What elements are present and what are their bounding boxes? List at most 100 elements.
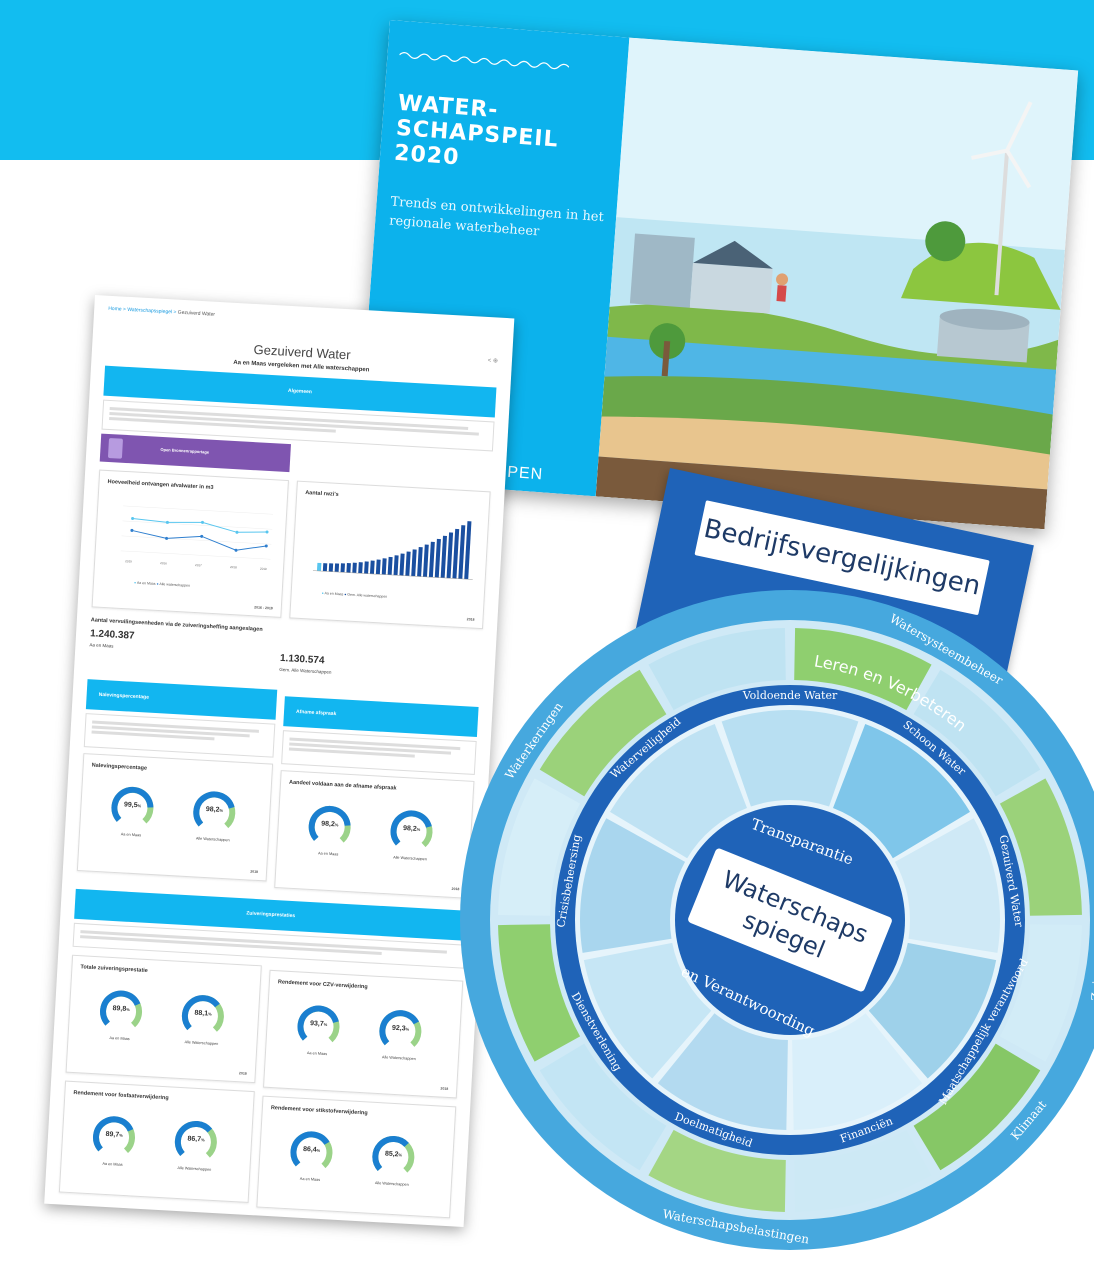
outer-segment bbox=[539, 669, 667, 797]
outer-segment bbox=[539, 1043, 667, 1171]
gauge-value-number: 85,2 bbox=[384, 1150, 399, 1159]
gauge-card-afname: Aandeel voldaan aan de afname afspraak 9… bbox=[274, 770, 475, 899]
outer-segment bbox=[648, 1129, 786, 1212]
rwzi-bar bbox=[405, 551, 411, 576]
inner-segment bbox=[580, 818, 686, 953]
inner-segment-label: Gezuiverd Water bbox=[997, 834, 1026, 929]
gauge-card-czv: Rendement voor CZV-verwijdering 93,7% Aa … bbox=[263, 969, 464, 1099]
rwzi-bar bbox=[440, 535, 447, 578]
outer-segments: Watersysteembeheer Zuiveringsbeheer Klimaa… bbox=[498, 611, 1094, 1247]
cover-title: WATER- SCHAPSPEIL 2020 bbox=[393, 90, 560, 171]
inner-segment bbox=[868, 942, 997, 1079]
gauge-label: Aa en Maas bbox=[306, 1051, 328, 1057]
inner-segment-label: Maatschappelijk verantwoord bbox=[936, 956, 1030, 1107]
gauge-label: Aa en Maas bbox=[299, 1176, 321, 1182]
rwzi-bar bbox=[387, 556, 393, 575]
outer-segment bbox=[913, 1043, 1041, 1171]
breadcrumb: Home > Waterschapsspiegel > Gezuiverd Wa… bbox=[108, 306, 215, 318]
gauge-value-number: 98,2 bbox=[321, 820, 336, 829]
outer-segment-label: Waterkeringen bbox=[502, 700, 565, 782]
afname-text bbox=[281, 730, 477, 775]
inner-segment bbox=[833, 723, 971, 859]
ve-value-aa-en-maas: 1.240.387 bbox=[89, 628, 135, 642]
gauge-value-number: 86,4 bbox=[302, 1145, 317, 1154]
gauge-card-fosfaat: Rendement voor fosfaatverwijdering 89,7%… bbox=[58, 1080, 255, 1203]
gauge-value-unit: % bbox=[334, 822, 339, 828]
outer-segment-label: Zuiveringsbeheer bbox=[1089, 893, 1094, 1001]
ve-label-aa-en-maas: Aa en Maas bbox=[89, 642, 114, 649]
cover-subtitle: Trends en ontwikkelingen in het regional… bbox=[388, 194, 605, 240]
inner-segment-label: Waterveiligheid bbox=[608, 715, 683, 781]
gauge-value-number: 92,3 bbox=[391, 1024, 406, 1033]
chart1-title: Hoeveelheid ontvangen afvalwater in m3 bbox=[107, 478, 214, 491]
rwzi-bar bbox=[358, 562, 363, 574]
transparantie-label: Transparantie bbox=[749, 815, 856, 869]
gauge-card-title: Rendement voor stikstofverwijdering bbox=[270, 1105, 368, 1117]
rwzi-bar bbox=[334, 563, 340, 573]
outer-segment-label: Watersysteembeheer bbox=[887, 611, 1005, 687]
wave-icon bbox=[399, 52, 570, 70]
outer-segment bbox=[498, 924, 581, 1062]
open-bronnenrapportage-button[interactable]: Open Bronnenrapportage bbox=[99, 433, 291, 473]
gauge-label: Alle Waterschappen bbox=[184, 1040, 219, 1047]
inner-segment-label: Financiën bbox=[838, 1114, 894, 1145]
rwzi-bar bbox=[328, 563, 334, 572]
chart1-year: 2016 - 2018 bbox=[254, 605, 273, 611]
gauge-value-unit: % bbox=[316, 1147, 321, 1153]
rwzi-bar bbox=[434, 538, 441, 578]
breadcrumb-current: Gezuiverd Water bbox=[177, 309, 216, 318]
outer-segment-label: Klimaat bbox=[1008, 1098, 1049, 1143]
gauge-t2: 88,1% Alle Waterschappen bbox=[179, 992, 227, 1046]
button-label: Open Bronnenrapportage bbox=[160, 446, 210, 455]
section-header-naleving: Nalevingspercentage bbox=[85, 679, 278, 720]
gauge-label: Alle Waterschappen bbox=[374, 1181, 409, 1187]
gauge-value-number: 89,8 bbox=[112, 1005, 127, 1013]
gauge-value-number: 99,5 bbox=[123, 801, 138, 810]
gauge-n2: 98,2% Alle Waterschappen bbox=[190, 788, 238, 842]
ve-value-gem: 1.130.574 bbox=[279, 652, 325, 667]
breadcrumb-waterschapsspiegel[interactable]: Waterschapsspiegel bbox=[127, 307, 172, 315]
document-icon bbox=[107, 438, 124, 459]
legend-alle: Alle waterschappen bbox=[159, 582, 191, 588]
gauge-a1: 98,2% Aa en Maas bbox=[305, 803, 353, 856]
outer-segment bbox=[794, 628, 932, 711]
card-year: 2018 bbox=[440, 1086, 449, 1091]
outer-segment bbox=[913, 669, 1041, 797]
rwzi-bar bbox=[422, 544, 429, 577]
ring-title-text: Leren en Verbeteren bbox=[813, 651, 970, 735]
gauge-value-unit: % bbox=[126, 1006, 130, 1013]
inner-segment-label: Crisisbeheersing bbox=[554, 833, 583, 928]
breadcrumb-home[interactable]: Home bbox=[108, 306, 122, 313]
gauge-label: Alle Waterschappen bbox=[177, 1165, 212, 1172]
inner-segment bbox=[721, 710, 859, 807]
gauge-value-number: 98,2 bbox=[205, 805, 220, 814]
wheel-graphic: Watersysteembeheer Zuiveringsbeheer Klimaa… bbox=[460, 590, 1094, 1250]
bar-chart bbox=[312, 521, 473, 580]
rwzi-bar bbox=[393, 555, 399, 576]
inner-segments: Voldoende Water Schoon Water Gezuiverd Wat… bbox=[554, 689, 1030, 1150]
center-line2: spiegel bbox=[739, 906, 829, 964]
rwzi-bar bbox=[458, 525, 466, 579]
gauge-card-title: Totale zuiveringsprestatie bbox=[80, 964, 148, 974]
rwzi-bar bbox=[346, 563, 351, 573]
gauge-card-stikstof: Rendement voor stikstofverwijdering 86,4… bbox=[256, 1095, 457, 1219]
gauge-value-unit: % bbox=[416, 826, 421, 832]
outer-segment bbox=[648, 628, 786, 711]
chart2-title: Aantal rwzi's bbox=[305, 490, 339, 498]
chart2-year: 2018 bbox=[466, 617, 475, 622]
inner-segment bbox=[609, 723, 747, 859]
wheel-hub-ring bbox=[675, 805, 905, 1035]
gauge-value-unit: % bbox=[405, 1026, 410, 1032]
gauge-value-unit: % bbox=[119, 1132, 123, 1138]
gauge-card-title: Rendement voor CZV-verwijdering bbox=[277, 979, 368, 991]
wheel-outer-ring bbox=[460, 590, 1094, 1250]
card-year: 2018 bbox=[250, 869, 259, 874]
line-chart: 2015 2016 2017 2018 2019 bbox=[120, 505, 274, 571]
inner-segment-label: Doelmatigheid bbox=[673, 1110, 754, 1150]
gauge-value-unit: % bbox=[137, 803, 142, 809]
rwzi-bar bbox=[452, 528, 460, 579]
rwzi-bar bbox=[464, 521, 472, 580]
gauge-s2: 85,2% Alle Waterschappen bbox=[369, 1133, 417, 1187]
gauge-s1: 86,4% Aa en Maas bbox=[287, 1128, 335, 1182]
gauge-label: Aa en Maas bbox=[317, 851, 339, 857]
